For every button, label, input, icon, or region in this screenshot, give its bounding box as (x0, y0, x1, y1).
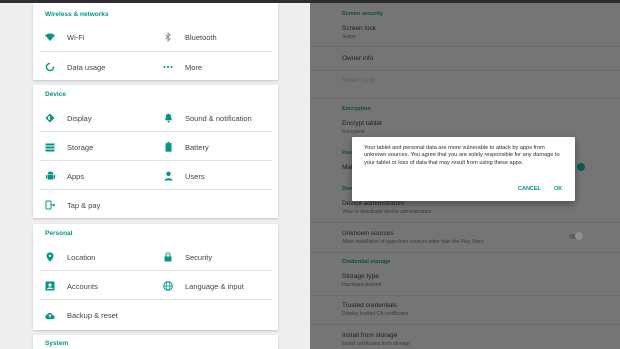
install-from-storage-subtitle: Install certificates from storage (342, 341, 410, 347)
divider (310, 222, 620, 223)
smart-lock-title: Smart Lock (342, 77, 375, 84)
wifi-icon (45, 32, 55, 42)
unknown-sources-title[interactable]: Unknown sources (342, 230, 394, 237)
unknown-sources-subtitle: Allow installation of apps from sources … (342, 239, 484, 245)
settings-item-label: Security (185, 252, 213, 262)
storage-icon (45, 142, 55, 152)
cloud-upload-icon (45, 310, 55, 320)
settings-item-label: Data usage (67, 62, 106, 72)
divider (310, 324, 620, 325)
device-administrators-subtitle: View or deactivate device administrators (342, 209, 432, 215)
screen-lock-value: Swipe (342, 34, 356, 40)
bluetooth-icon (163, 32, 173, 42)
unknown-sources-warning-dialog: Your tablet and personal data are more v… (352, 137, 575, 201)
settings-item-storage[interactable]: Storage (45, 138, 93, 156)
trusted-credentials-title[interactable]: Trusted credentials (342, 302, 397, 309)
account-box-icon (45, 281, 55, 291)
settings-item-wifi[interactable]: Wi-Fi (45, 28, 85, 46)
settings-item-label: Backup & reset (67, 310, 118, 320)
divider (310, 70, 620, 71)
settings-item-backup-reset[interactable]: Backup & reset (45, 306, 118, 324)
divider (40, 51, 272, 52)
screen-lock-title[interactable]: Screen lock (342, 25, 376, 32)
section-header-wireless: Wireless & networks (45, 11, 109, 18)
location-pin-icon (45, 252, 55, 262)
settings-item-tap-pay[interactable]: Tap & pay (45, 196, 100, 214)
settings-item-battery[interactable]: Battery (163, 138, 209, 156)
section-header-system: System (45, 340, 69, 347)
battery-icon (163, 142, 173, 152)
tap-pay-icon (45, 200, 55, 210)
passwords-visible-toggle[interactable] (577, 163, 585, 171)
section-card-system: System (33, 335, 278, 349)
settings-item-label: Accounts (67, 281, 98, 291)
settings-item-accounts[interactable]: Accounts (45, 277, 98, 295)
divider (40, 270, 272, 271)
settings-item-language-input[interactable]: Language & input (163, 277, 244, 295)
bell-icon (163, 113, 173, 123)
encrypt-tablet-value: Encrypted (342, 129, 365, 135)
settings-item-data-usage[interactable]: Data usage (45, 58, 105, 76)
divider (310, 98, 620, 99)
settings-item-more[interactable]: More (163, 58, 202, 76)
storage-type-value: Hardware-backed (342, 282, 382, 288)
owner-info-title[interactable]: Owner info (342, 55, 373, 62)
settings-item-label: Storage (67, 142, 94, 152)
globe-icon (163, 281, 173, 291)
settings-item-label: More (185, 62, 203, 72)
settings-item-label: Bluetooth (185, 32, 217, 42)
unknown-sources-toggle[interactable] (575, 232, 583, 240)
more-icon (163, 62, 173, 72)
divider (310, 46, 620, 47)
settings-item-label: Display (67, 113, 92, 123)
section-header-device: Device (45, 91, 66, 98)
divider (40, 189, 272, 190)
install-from-storage-title[interactable]: Install from storage (342, 332, 397, 339)
screen-security-header: Screen security (342, 11, 383, 17)
credential-storage-header: Credential storage (342, 259, 391, 265)
settings-item-sound-notification[interactable]: Sound & notification (163, 109, 252, 127)
ok-button[interactable]: OK (554, 186, 562, 192)
settings-item-apps[interactable]: Apps (45, 167, 84, 185)
encryption-header: Encryption (342, 106, 371, 112)
encrypt-tablet-title[interactable]: Encrypt tablet (342, 120, 382, 127)
divider (40, 131, 272, 132)
lock-icon (163, 252, 173, 262)
device-administrators-title[interactable]: Device administrators (342, 200, 405, 207)
settings-item-display[interactable]: Display (45, 109, 92, 127)
settings-item-label: Location (67, 252, 96, 262)
settings-item-label: Language & input (185, 281, 244, 291)
settings-item-location[interactable]: Location (45, 248, 95, 266)
storage-type-title: Storage type (342, 273, 379, 280)
divider (310, 295, 620, 296)
data-usage-icon (45, 62, 55, 72)
settings-item-label: Wi-Fi (67, 32, 85, 42)
settings-item-bluetooth[interactable]: Bluetooth (163, 28, 217, 46)
android-icon (45, 171, 55, 181)
settings-item-label: Sound & notification (185, 113, 252, 123)
settings-item-label: Users (185, 171, 205, 181)
settings-item-security[interactable]: Security (163, 248, 212, 266)
dialog-message: Your tablet and personal data are more v… (364, 145, 560, 166)
trusted-credentials-subtitle: Display trusted CA certificates (342, 311, 409, 317)
section-header-personal: Personal (45, 230, 73, 237)
person-icon (163, 171, 173, 181)
cancel-button[interactable]: CANCEL (518, 186, 541, 192)
divider (40, 299, 272, 300)
settings-item-label: Battery (185, 142, 209, 152)
divider (40, 160, 272, 161)
settings-item-users[interactable]: Users (163, 167, 205, 185)
divider (310, 252, 620, 253)
display-icon (45, 113, 55, 123)
settings-item-label: Tap & pay (67, 200, 101, 210)
settings-item-label: Apps (67, 171, 85, 181)
